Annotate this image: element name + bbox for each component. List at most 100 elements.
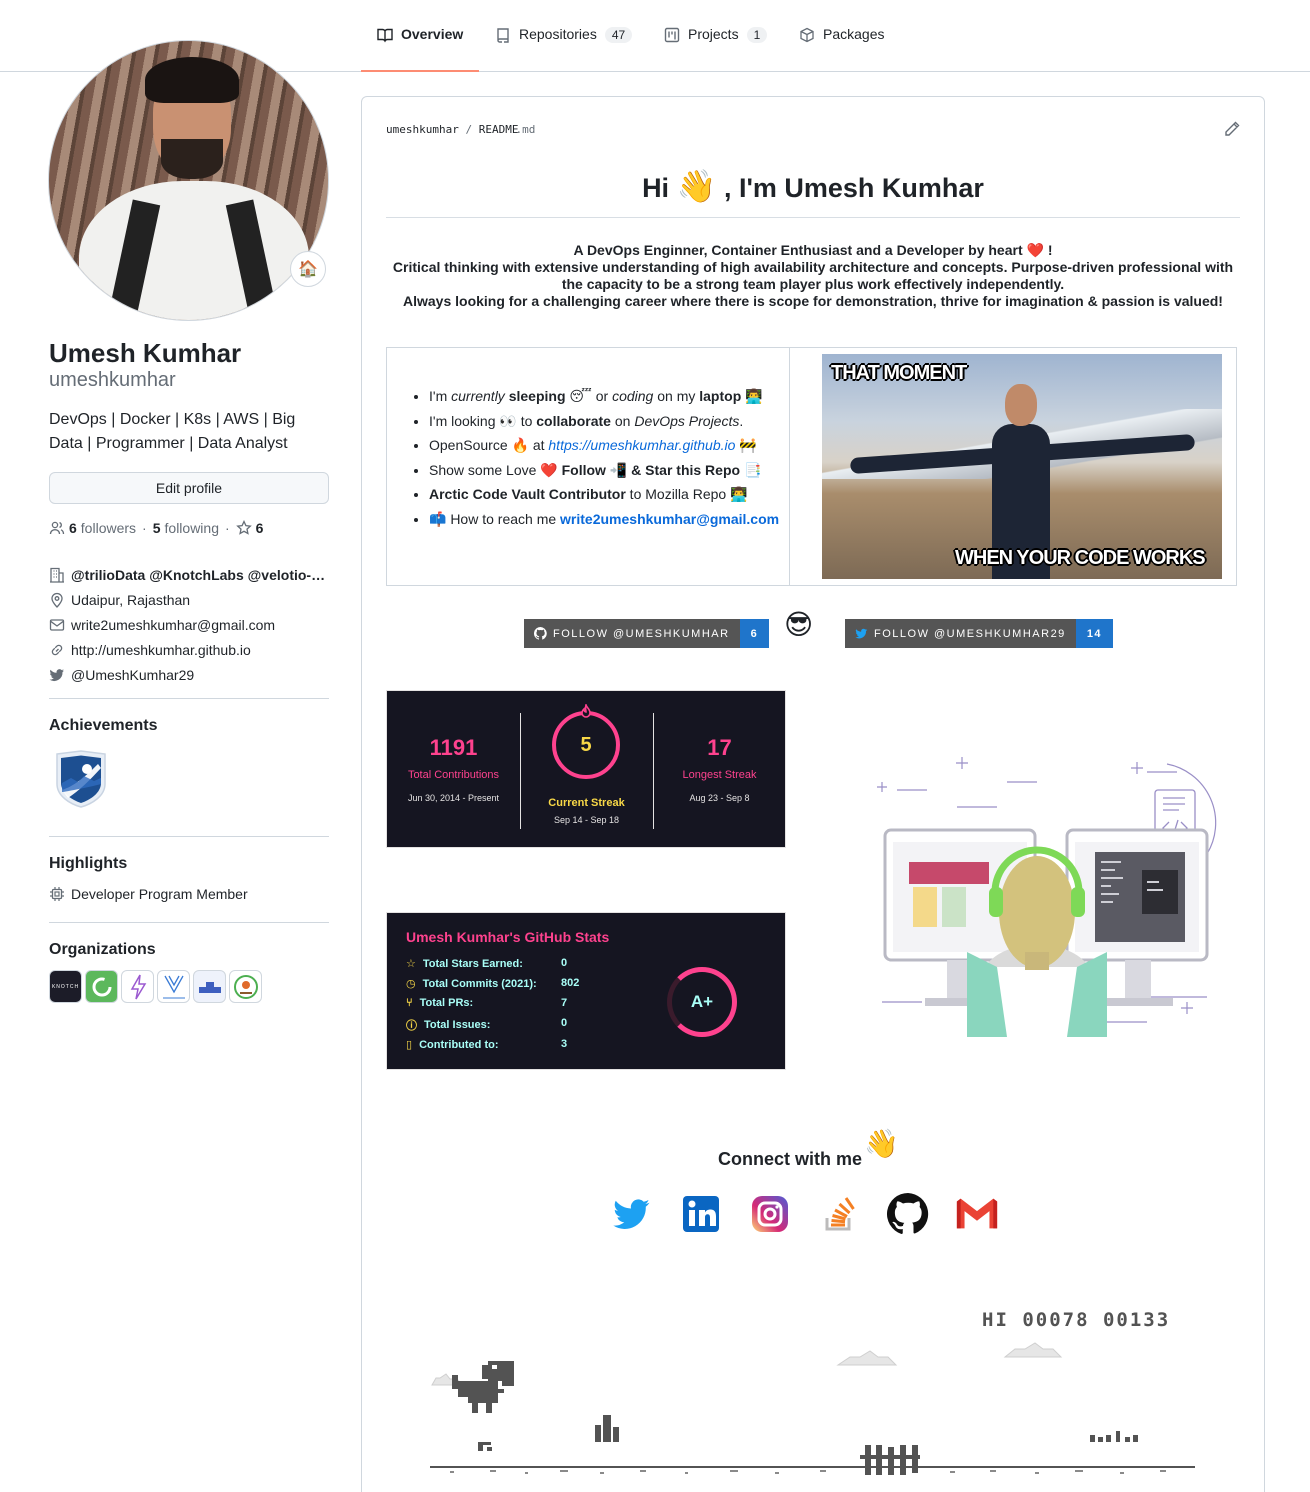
divider [49, 698, 329, 699]
meme-bottom-caption: WHEN YOUR CODE WORKS [955, 547, 1206, 569]
list-item: Show some Love ❤️ Follow 📲 & Star this R… [429, 462, 779, 487]
intro-line-3: Always looking for a challenging career … [403, 293, 1223, 309]
total-contributions-range: Jun 30, 2014 - Present [407, 793, 500, 803]
stats-value: 7 [561, 997, 568, 1009]
path-separator: / [465, 123, 473, 136]
org-avatar[interactable] [193, 970, 226, 1003]
location-text: Udaipur, Rajasthan [71, 591, 191, 608]
highlights-heading: Highlights [49, 855, 128, 872]
project-icon [664, 27, 680, 43]
stats-row: ⑂ Total PRs: [406, 997, 474, 1009]
instagram-icon[interactable] [747, 1191, 793, 1237]
twitter-icon [855, 628, 868, 639]
heart-icon: ❤️ [1026, 242, 1044, 258]
github-icon[interactable] [885, 1191, 931, 1237]
linkedin-icon[interactable] [678, 1191, 724, 1237]
list-item: I'm currently sleeping 😴 or coding on my… [429, 388, 779, 413]
intro-line-1: A DevOps Enginner, Container Enthusiast … [573, 242, 1023, 258]
pr-icon: ⑂ [406, 997, 413, 1009]
tab-overview[interactable]: Overview [360, 26, 480, 72]
current-streak-label: Current Streak [548, 797, 625, 809]
following-count[interactable]: 5 [153, 520, 161, 536]
link-icon [51, 644, 63, 655]
org-avatar[interactable] [121, 970, 154, 1003]
followers-label[interactable]: followers [81, 520, 136, 536]
greeting-post: , I'm Umesh Kumhar [723, 173, 984, 203]
readme-intro: A DevOps Enginner, Container Enthusiast … [386, 242, 1240, 310]
profile-details: @trilioData @KnotchLabs @velotio-… Udaip… [49, 562, 329, 687]
longest-streak-value: 17 [707, 735, 732, 760]
tab-repositories-label: Repositories [519, 26, 597, 42]
list-item: I'm looking 👀 to collaborate on DevOps P… [429, 413, 779, 438]
location: Udaipur, Rajasthan [49, 587, 329, 612]
tab-packages[interactable]: Packages [799, 26, 884, 72]
streak-stats-card[interactable]: 1191 Total Contributions Jun 30, 2014 - … [386, 690, 786, 848]
repo-icon: ▯ [406, 1039, 413, 1051]
about-table: I'm currently sleeping 😴 or coding on my… [386, 347, 1237, 586]
org-avatar[interactable] [157, 970, 190, 1003]
longest-streak-range: Aug 23 - Sep 8 [689, 793, 750, 803]
website-link[interactable]: https://umeshkumhar.github.io [548, 437, 735, 453]
edit-profile-button[interactable]: Edit profile [49, 472, 329, 504]
status-emoji[interactable]: 🏠 [290, 251, 326, 287]
pencil-icon[interactable] [1224, 121, 1240, 137]
stats-row: ☆ Total Stars Earned: [406, 957, 523, 971]
list-item: 📫 How to reach me write2umeshkumhar@gmai… [429, 511, 779, 536]
separator: · [225, 520, 230, 536]
stats-row: ◷ Total Commits (2021): [406, 977, 537, 991]
greeting-pre: Hi [642, 173, 670, 203]
email-link[interactable]: write2umeshkumhar@gmail.com [71, 617, 275, 633]
github-follow-label: FOLLOW @UMESHKUMHAR [553, 627, 730, 640]
profile-bio: DevOps | Docker | K8s | AWS | Big Data |… [49, 411, 296, 452]
email: write2umeshkumhar@gmail.com [49, 612, 329, 637]
website-link[interactable]: http://umeshkumhar.github.io [71, 642, 251, 658]
issue-icon: ⓘ [406, 1020, 417, 1032]
heading-rule [386, 217, 1240, 218]
total-contributions: 1191 Total Contributions Jun 30, 2014 - … [387, 691, 520, 847]
achievements-heading[interactable]: Achievements [49, 717, 158, 735]
profile-login: umeshkumhar [49, 369, 176, 391]
readme-heading: Hi 👋 , I'm Umesh Kumhar [386, 167, 1240, 205]
intro-line-1-end: ! [1047, 242, 1053, 258]
followers-count[interactable]: 6 [69, 520, 77, 536]
follow-stats: 6 followers · 5 following · 6 [49, 520, 263, 536]
website: http://umeshkumhar.github.io [49, 637, 329, 662]
building-icon [50, 567, 64, 583]
lightning-icon [130, 974, 146, 999]
tab-repositories[interactable]: Repositories 47 [495, 26, 633, 72]
github-stats-card[interactable]: Umesh Kumhar's GitHub Stats ☆ Total Stars… [386, 912, 786, 1070]
avatar[interactable] [48, 40, 329, 321]
org-avatar[interactable] [229, 970, 262, 1003]
stats-value: 802 [561, 977, 580, 989]
connect-heading: Connect with me [718, 1149, 863, 1169]
stackoverflow-icon[interactable] [816, 1191, 862, 1237]
readme-owner[interactable]: umeshkumhar [386, 123, 459, 136]
intro-line-2: Critical thinking with extensive underst… [392, 259, 1234, 292]
total-contributions-value: 1191 [429, 735, 478, 760]
package-icon [800, 27, 814, 43]
readme-file[interactable]: README [479, 123, 519, 136]
arctic-code-vault-badge-icon[interactable] [54, 750, 108, 808]
tab-projects[interactable]: Projects 1 [664, 26, 768, 72]
email-link[interactable]: write2umeshkumhar@gmail.com [560, 511, 779, 527]
twitter-link[interactable]: @UmeshKumhar29 [71, 667, 194, 683]
profile-name: Umesh Kumhar [49, 338, 242, 368]
org-avatar[interactable]: KNOTCH [49, 970, 82, 1003]
github-icon [534, 627, 547, 640]
current-streak-range: Sep 14 - Sep 18 [553, 815, 620, 825]
repositories-count: 47 [604, 27, 633, 43]
star-icon: ☆ [406, 958, 416, 970]
stars-count[interactable]: 6 [256, 520, 264, 536]
clock-icon: ◷ [406, 978, 416, 990]
twitter-icon[interactable] [609, 1191, 655, 1237]
github-follow-badge[interactable]: FOLLOW @UMESHKUMHAR 6 [524, 619, 770, 648]
gmail-icon[interactable] [954, 1191, 1000, 1237]
tab-projects-label: Projects [688, 26, 739, 42]
following-label[interactable]: following [165, 520, 219, 536]
highlight-text[interactable]: Developer Program Member [71, 886, 248, 902]
org-avatar[interactable] [85, 970, 118, 1003]
dino-game-animation [430, 1342, 1195, 1475]
company-text[interactable]: @trilioData @KnotchLabs @velotio-… [71, 567, 325, 583]
recycle-icon [92, 977, 111, 996]
twitter-follow-badge[interactable]: FOLLOW @UMESHKUMHAR29 14 [845, 619, 1114, 648]
